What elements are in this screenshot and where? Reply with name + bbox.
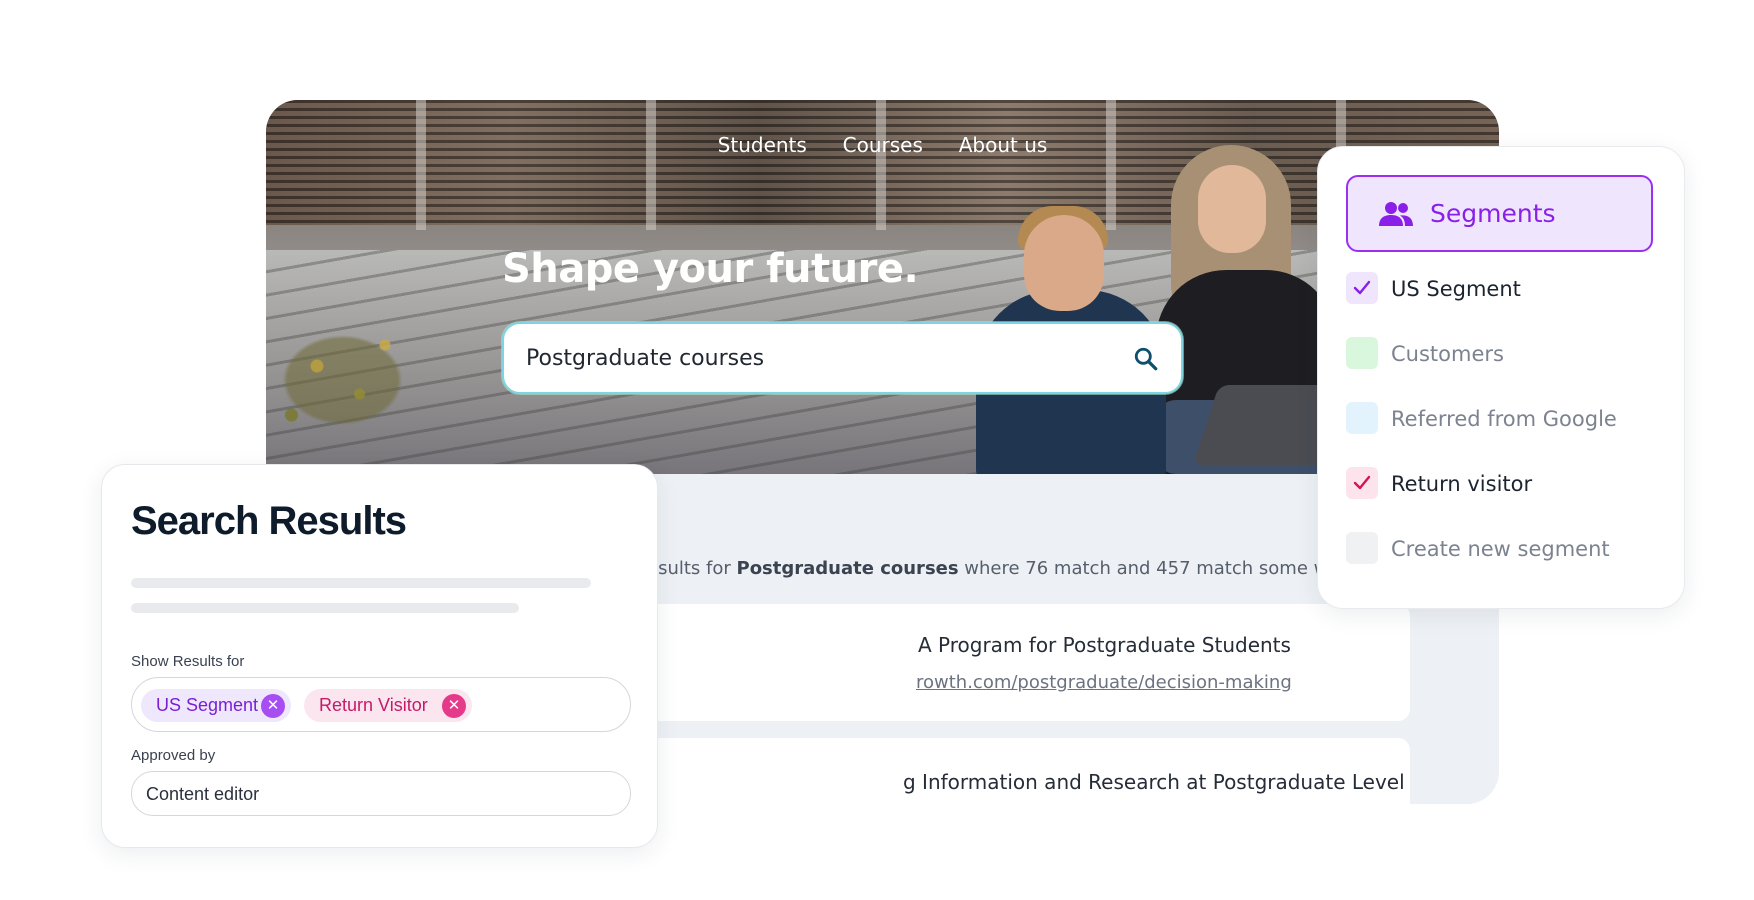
result-title[interactable]: g Information and Research at Postgradua… — [903, 770, 1405, 794]
segment-label: Return visitor — [1391, 472, 1533, 496]
users-icon — [1379, 202, 1413, 226]
approved-by-label: Approved by — [131, 747, 216, 764]
tag-label: Return Visitor — [319, 695, 428, 715]
checkbox-unchecked[interactable] — [1346, 337, 1378, 369]
checkbox-unchecked[interactable] — [1346, 532, 1378, 564]
checkbox-unchecked[interactable] — [1346, 402, 1378, 434]
hero-photo-foliage — [266, 310, 436, 450]
tag-us-segment: US Segment ✕ — [141, 689, 291, 722]
remove-tag-icon[interactable]: ✕ — [442, 694, 466, 718]
hero-banner: Students Courses About us Shape your fut… — [266, 100, 1499, 474]
segments-header-label: Segments — [1430, 199, 1556, 228]
remove-tag-icon[interactable]: ✕ — [261, 694, 285, 718]
skeleton-line — [131, 578, 591, 588]
check-icon — [1353, 475, 1371, 490]
segment-label: US Segment — [1391, 277, 1521, 301]
segment-item-return-visitor[interactable]: Return visitor — [1346, 467, 1666, 499]
segment-label: Customers — [1391, 342, 1504, 366]
skeleton-line — [131, 603, 519, 613]
top-nav: Students Courses About us — [266, 133, 1499, 158]
checkbox-checked[interactable] — [1346, 467, 1378, 499]
check-icon — [1353, 280, 1371, 295]
search-icon[interactable] — [1133, 346, 1159, 372]
hero-photo-person — [1024, 215, 1104, 311]
result-title[interactable]: A Program for Postgraduate Students — [918, 633, 1291, 657]
nav-item-courses[interactable]: Courses — [843, 133, 923, 157]
hero-photo-person — [1198, 165, 1266, 253]
results-summary-query: Postgraduate courses — [736, 558, 959, 579]
hero-photo-pillars — [266, 100, 1499, 230]
nav-item-about-us[interactable]: About us — [959, 133, 1048, 157]
segment-label: Create new segment — [1391, 537, 1610, 561]
hero-title: Shape your future. — [502, 246, 919, 292]
segments-header-button[interactable]: Segments — [1346, 175, 1653, 252]
tag-return-visitor: Return Visitor ✕ — [304, 689, 472, 722]
nav-item-students[interactable]: Students — [718, 133, 807, 157]
result-card[interactable]: g Information and Research at Postgradua… — [640, 738, 1410, 804]
search-results-panel: Search Results Show Results for US Segme… — [101, 464, 658, 848]
checkbox-checked[interactable] — [1346, 272, 1378, 304]
create-new-segment-button[interactable]: Create new segment — [1346, 532, 1666, 564]
search-input[interactable]: Postgraduate courses — [502, 322, 1183, 394]
show-results-label: Show Results for — [131, 653, 245, 670]
segment-item-customers[interactable]: Customers — [1346, 337, 1666, 369]
panel-title: Search Results — [131, 499, 407, 543]
segments-panel: Segments US Segment Customers Referred f… — [1317, 146, 1685, 609]
result-card[interactable]: A Program for Postgraduate Students rowt… — [640, 604, 1410, 721]
result-url[interactable]: rowth.com/postgraduate/decision-making — [916, 672, 1292, 693]
results-summary-suffix: where 76 match and 457 match some word — [958, 558, 1340, 579]
tag-label: US Segment — [156, 695, 259, 715]
segment-item-referred-from-google[interactable]: Referred from Google — [1346, 402, 1666, 434]
segment-item-us-segment[interactable]: US Segment — [1346, 272, 1666, 304]
segment-tags-field[interactable]: US Segment ✕ Return Visitor ✕ — [131, 677, 631, 732]
results-summary: results for Postgraduate courses where 7… — [640, 558, 1340, 579]
search-query[interactable]: Postgraduate courses — [526, 346, 764, 371]
segment-label: Referred from Google — [1391, 407, 1617, 431]
approved-by-field[interactable]: Content editor — [131, 771, 631, 816]
